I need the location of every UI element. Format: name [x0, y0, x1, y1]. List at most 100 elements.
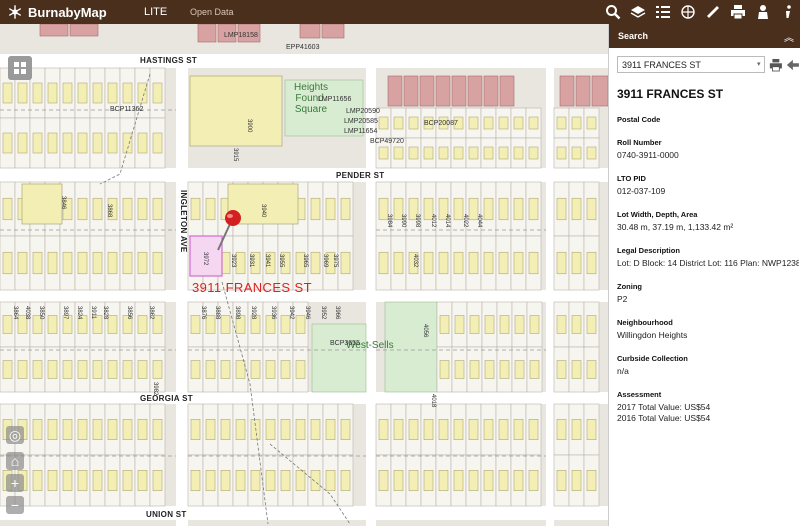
property-field: Postal Code — [617, 115, 800, 124]
property-field: Legal Description Lot: D Block: 14 Distri… — [617, 246, 800, 268]
field-label: Lot Width, Depth, Area — [617, 210, 698, 219]
location-pin-icon[interactable] — [212, 204, 246, 254]
plan-code: BCP3655 — [330, 340, 360, 347]
home-button[interactable]: ⌂ — [6, 452, 24, 470]
dropdown-arrow-icon[interactable]: ▾ — [757, 60, 761, 68]
parcel-number: 3966 — [334, 306, 340, 320]
layers-icon — [630, 6, 646, 18]
parcel-number: 3828 — [102, 306, 108, 320]
parcel-number: 4014 — [444, 214, 450, 228]
plan-code: LMP18158 — [224, 32, 258, 39]
parcel-number: 3824 — [76, 306, 82, 320]
logo[interactable]: BurnabyMap — [0, 5, 138, 20]
parcel-number: 3998 — [414, 214, 420, 228]
field-label: Legal Description — [617, 246, 680, 255]
street-label-georgia: GEORGIA ST — [140, 394, 193, 403]
plan-code: LMP20590 — [346, 108, 380, 115]
property-field: Zoning P2 — [617, 282, 800, 304]
parcel-number: 3864 — [12, 306, 18, 320]
field-label: Roll Number — [617, 138, 662, 147]
parcel-number: 3965 — [302, 254, 308, 268]
field-label: Assessment — [617, 390, 662, 399]
parcel-number: 4022 — [462, 214, 468, 228]
plan-code: LMP11654 — [344, 128, 378, 135]
parcel-number: 3940 — [260, 204, 266, 218]
plan-code: EPP41603 — [286, 44, 320, 51]
legend-tool-button[interactable] — [651, 0, 675, 24]
map-canvas[interactable]: HASTINGS ST PENDER ST GEORGIA ST UNION S… — [0, 24, 608, 526]
street-label-ingleton: INGLETON AVE — [179, 190, 188, 253]
toolbar — [600, 0, 800, 24]
minus-icon: − — [10, 497, 20, 513]
home-icon: ⌂ — [10, 453, 20, 469]
street-label-union: UNION ST — [146, 510, 187, 519]
chevron-up-icon[interactable]: ︽ — [784, 29, 794, 44]
parcel-number: 3923 — [230, 254, 236, 268]
plan-code: BCP20087 — [424, 120, 458, 127]
property-field: Neighbourhood Willingdon Heights — [617, 318, 800, 340]
info-icon — [786, 5, 791, 18]
parcel-number: 3862 — [148, 306, 154, 320]
measure-tools-icon — [681, 5, 695, 19]
parcel-number: 4038 — [24, 306, 30, 320]
parcel-number: 3952 — [320, 306, 326, 320]
property-field: Lot Width, Depth, Area 30.48 m, 37.19 m, … — [617, 210, 800, 232]
parcel-number: 4012 — [430, 214, 436, 228]
plan-code: LMP11656 — [318, 96, 352, 103]
field-label: Neighbourhood — [617, 318, 673, 327]
property-title: 3911 FRANCES ST — [617, 87, 724, 101]
info-tool-button[interactable] — [776, 0, 800, 24]
parcel-number: 3915 — [232, 148, 238, 162]
field-value: P2 — [617, 294, 628, 304]
parcel-number: 3931 — [248, 254, 254, 268]
print-tool-button[interactable] — [726, 0, 750, 24]
parcel-number: 3955 — [278, 254, 284, 268]
parcel-number: 3850 — [38, 306, 44, 320]
user-icon — [758, 5, 768, 19]
print-icon[interactable] — [769, 58, 783, 72]
property-field: Curbside Collection n/a — [617, 354, 800, 376]
zoom-in-button[interactable]: + — [6, 474, 24, 492]
parcel-number: 3900 — [246, 119, 252, 133]
locate-icon: ◎ — [8, 426, 22, 443]
field-value: 30.48 m, 37.19 m, 1,133.42 m² — [617, 222, 734, 232]
parcel-number: 3969 — [322, 254, 328, 268]
panel-title: Search — [618, 31, 649, 41]
measure-tool-button[interactable] — [676, 0, 700, 24]
street-label-pender: PENDER ST — [336, 171, 385, 180]
nav-open-data-link[interactable]: Open Data — [190, 7, 234, 17]
property-field: Roll Number 0740-3911-0000 — [617, 138, 800, 160]
plus-icon: + — [10, 475, 20, 491]
parcel-number: 3941 — [264, 254, 270, 268]
panel-header: Search ︽ — [609, 24, 800, 48]
property-field: Assessment 2017 Total Value: US$54 2016 To… — [617, 390, 800, 423]
search-input[interactable]: 3911 FRANCES ST ▾ — [617, 56, 765, 73]
search-row: 3911 FRANCES ST ▾ — [617, 56, 800, 73]
legend-list-icon — [656, 6, 670, 18]
field-value: Willingdon Heights — [617, 330, 688, 340]
search-tool-button[interactable] — [601, 0, 625, 24]
field-label: LTO PID — [617, 174, 646, 183]
brand-name: BurnabyMap — [28, 4, 107, 20]
parcel-number: 3946 — [304, 306, 310, 320]
parcel-number: 3888 — [214, 306, 220, 320]
parcel-number: 4056 — [422, 324, 428, 338]
parcel-number: 3868 — [106, 204, 112, 218]
layers-tool-button[interactable] — [626, 0, 650, 24]
user-tool-button[interactable] — [751, 0, 775, 24]
back-arrow-icon[interactable] — [786, 58, 800, 72]
search-panel: Search ︽ 3911 FRANCES ST ▾ 3911 FRANCES … — [608, 24, 800, 526]
field-label: Postal Code — [617, 115, 661, 124]
nav-lite-link[interactable]: LITE — [144, 6, 188, 18]
parcel-number: 4032 — [412, 254, 418, 268]
field-label: Zoning — [617, 282, 642, 291]
print-icon — [731, 5, 745, 20]
parcel-number: 3911 — [90, 306, 96, 319]
basemap-toggle-button[interactable] — [8, 56, 32, 80]
zoom-out-button[interactable]: − — [6, 496, 24, 514]
locate-button[interactable]: ◎ — [6, 426, 24, 444]
field-value: n/a — [617, 366, 629, 376]
parcel-number: 3856 — [126, 306, 132, 320]
parcel-number: 3942 — [288, 306, 294, 320]
ruler-tool-button[interactable] — [701, 0, 725, 24]
